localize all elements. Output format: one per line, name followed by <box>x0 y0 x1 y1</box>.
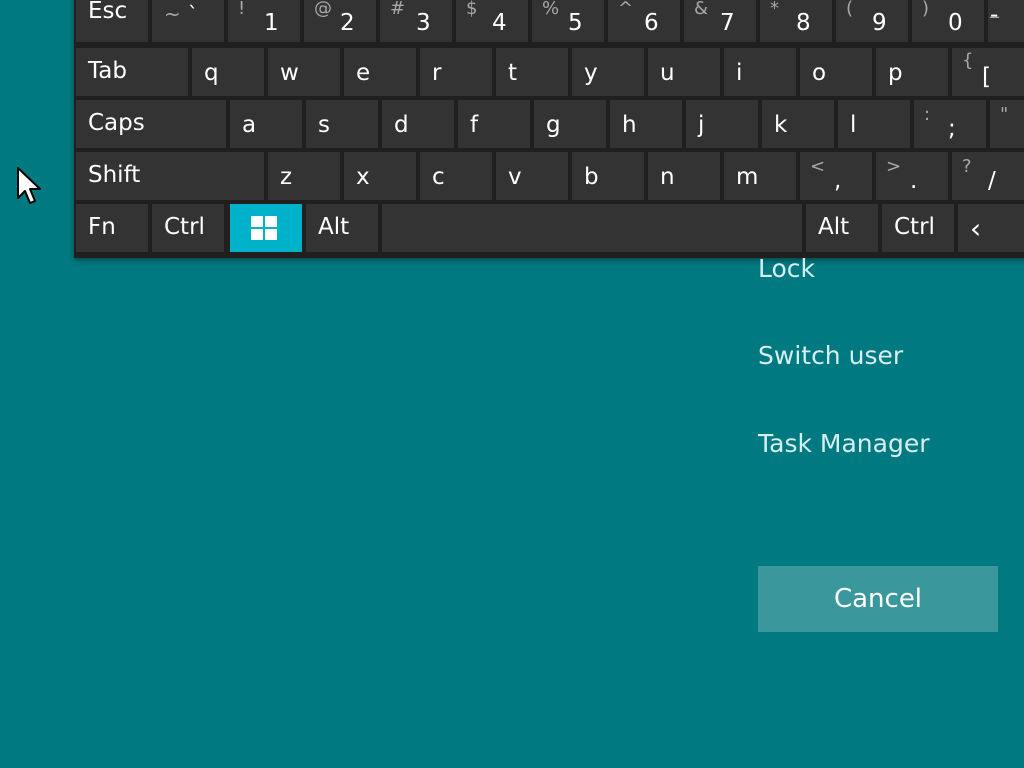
key-x[interactable]: x <box>344 152 416 200</box>
key-d[interactable]: d <box>382 100 454 148</box>
key-semicolon[interactable]: : ; <box>914 100 986 148</box>
key-2[interactable]: @ 2 <box>304 0 376 42</box>
key-q[interactable]: q <box>192 48 264 96</box>
key-comma[interactable]: < , <box>800 152 872 200</box>
key-h[interactable]: h <box>610 100 682 148</box>
key-6[interactable]: ^ 6 <box>608 0 680 42</box>
key-o[interactable]: o <box>800 48 872 96</box>
key-alt-right[interactable]: Alt <box>806 204 878 252</box>
key-period[interactable]: > . <box>876 152 948 200</box>
key-minus[interactable]: _ - <box>988 0 1024 42</box>
key-e[interactable]: e <box>344 48 416 96</box>
mouse-cursor-icon <box>17 167 41 204</box>
chevron-left-icon: ‹ <box>970 212 982 245</box>
key-w[interactable]: w <box>268 48 340 96</box>
key-j[interactable]: j <box>686 100 758 148</box>
key-quote[interactable]: " ' <box>990 100 1024 148</box>
key-c[interactable]: c <box>420 152 492 200</box>
key-8[interactable]: * 8 <box>760 0 832 42</box>
key-fn[interactable]: Fn <box>76 204 148 252</box>
cancel-button[interactable]: Cancel <box>758 566 998 632</box>
on-screen-keyboard: Esc ~ ` ! 1 @ 2 # 3 $ 4 % 5 ^ 6 & 7 * 8 … <box>74 0 1024 258</box>
key-r[interactable]: r <box>420 48 492 96</box>
key-5[interactable]: % 5 <box>532 0 604 42</box>
key-bracket-left[interactable]: { [ <box>952 48 1024 96</box>
key-ctrl-right[interactable]: Ctrl <box>882 204 954 252</box>
key-arrow-left[interactable]: ‹ <box>958 204 1024 252</box>
key-tab[interactable]: Tab <box>76 48 188 96</box>
key-windows[interactable] <box>230 204 302 252</box>
key-s[interactable]: s <box>306 100 378 148</box>
menu-item-lock[interactable]: Lock <box>758 256 815 281</box>
key-z[interactable]: z <box>268 152 340 200</box>
key-a[interactable]: a <box>230 100 302 148</box>
menu-item-task-manager[interactable]: Task Manager <box>758 431 929 456</box>
key-n[interactable]: n <box>648 152 720 200</box>
key-9[interactable]: ( 9 <box>836 0 908 42</box>
key-u[interactable]: u <box>648 48 720 96</box>
key-i[interactable]: i <box>724 48 796 96</box>
key-m[interactable]: m <box>724 152 796 200</box>
key-p[interactable]: p <box>876 48 948 96</box>
key-alt-left[interactable]: Alt <box>306 204 378 252</box>
key-g[interactable]: g <box>534 100 606 148</box>
menu-item-switch-user[interactable]: Switch user <box>758 343 903 368</box>
key-7[interactable]: & 7 <box>684 0 756 42</box>
key-shift[interactable]: Shift <box>76 152 264 200</box>
key-space[interactable] <box>382 204 802 252</box>
key-4[interactable]: $ 4 <box>456 0 528 42</box>
key-y[interactable]: y <box>572 48 644 96</box>
key-3[interactable]: # 3 <box>380 0 452 42</box>
key-tilde[interactable]: ~ ` <box>152 0 224 42</box>
key-b[interactable]: b <box>572 152 644 200</box>
key-ctrl-left[interactable]: Ctrl <box>152 204 224 252</box>
key-0[interactable]: ) 0 <box>912 0 984 42</box>
key-esc[interactable]: Esc <box>76 0 148 42</box>
key-k[interactable]: k <box>762 100 834 148</box>
key-v[interactable]: v <box>496 152 568 200</box>
security-options-screen: Esc ~ ` ! 1 @ 2 # 3 $ 4 % 5 ^ 6 & 7 * 8 … <box>0 0 1024 768</box>
key-1[interactable]: ! 1 <box>228 0 300 42</box>
key-l[interactable]: l <box>838 100 910 148</box>
key-f[interactable]: f <box>458 100 530 148</box>
key-slash[interactable]: ? / <box>952 152 1024 200</box>
key-t[interactable]: t <box>496 48 568 96</box>
windows-logo-icon <box>251 216 277 240</box>
key-caps[interactable]: Caps <box>76 100 226 148</box>
